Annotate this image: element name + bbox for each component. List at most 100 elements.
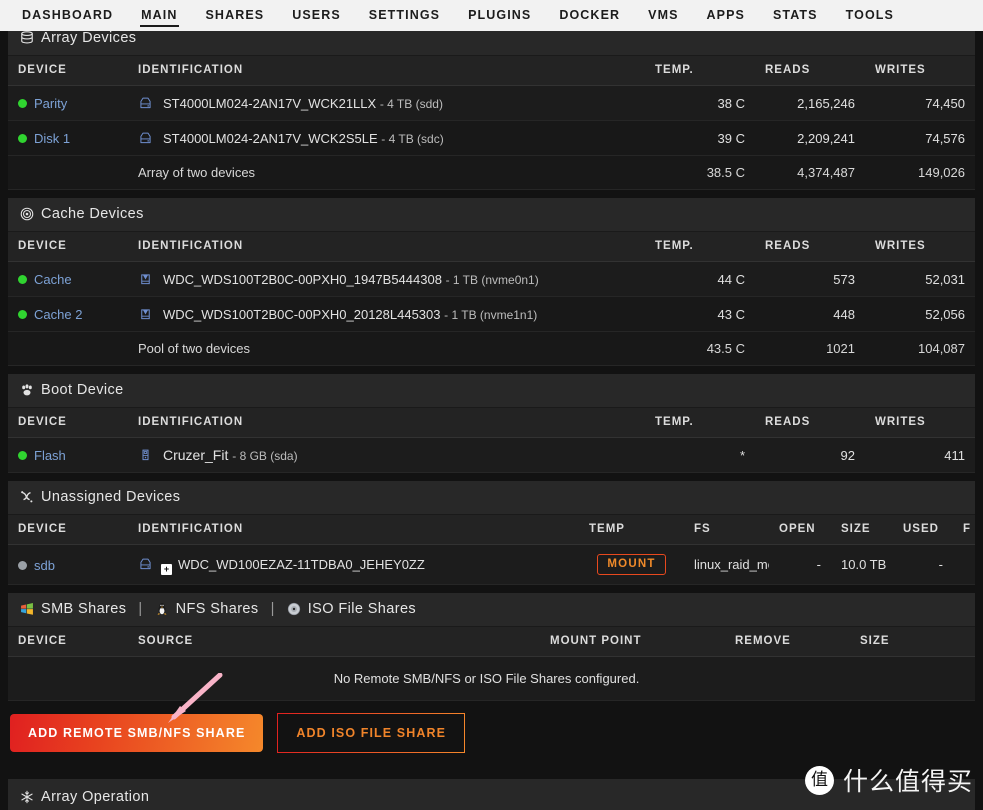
scatter-icon [20, 490, 34, 504]
col-temp: TEMP. [645, 408, 755, 439]
identification-text: ST4000LM024-2AN17V_WCK2S5LE [163, 130, 378, 146]
table-row[interactable]: sdb + WDC_WD100EZAZ-11TDBA0_JEHEY0ZZ MOU… [8, 544, 975, 586]
summary-spacer [8, 331, 128, 367]
nav-item-settings[interactable]: SETTINGS [355, 0, 454, 31]
ssd-icon [138, 272, 153, 287]
array-operation-title: Array Operation [41, 789, 150, 806]
summary-writes: 149,026 [865, 155, 975, 191]
col-device: DEVICE [8, 408, 128, 439]
device-link-flash[interactable]: Flash [34, 448, 66, 463]
identification-cell: + WDC_WD100EZAZ-11TDBA0_JEHEY0ZZ [128, 544, 579, 586]
shares-separator-2: | [270, 601, 275, 618]
col-writes: WRITES [865, 56, 975, 86]
device-link-disk1[interactable]: Disk 1 [34, 131, 70, 146]
temp-cell: 38 C [645, 85, 755, 122]
nav-item-users[interactable]: USERS [278, 0, 355, 31]
table-header-row: DEVICE IDENTIFICATION TEMP. READS WRITES [8, 56, 975, 86]
shares-separator-1: | [138, 601, 143, 618]
nav-item-docker[interactable]: DOCKER [545, 0, 634, 31]
summary-temp: 43.5 C [645, 331, 755, 367]
cache-devices-header: Cache Devices [8, 198, 975, 233]
table-header-row: DEVICE IDENTIFICATION TEMP. READS WRITES [8, 408, 975, 439]
col-size: SIZE [831, 515, 893, 546]
col-temp: TEMP [579, 515, 684, 546]
col-identification: IDENTIFICATION [128, 515, 579, 546]
table-row[interactable]: Parity ST4000LM024-2AN17V_WCK21LLX - 4 T… [8, 85, 975, 122]
nav-item-apps[interactable]: APPS [693, 0, 759, 31]
smb-shares-link[interactable]: SMB Shares [41, 601, 126, 617]
col-remove: REMOVE [725, 627, 850, 658]
panel-unassigned-devices: Unassigned Devices DEVICE IDENTIFICATION… [8, 481, 975, 586]
col-mount-point: MOUNT POINT [540, 627, 725, 658]
cache-devices-table: DEVICE IDENTIFICATION TEMP. READS WRITES… [8, 232, 975, 367]
top-navigation: DASHBOARD MAIN SHARES USERS SETTINGS PLU… [0, 0, 983, 31]
status-dot-icon [18, 310, 27, 320]
reads-cell: 2,165,246 [755, 85, 865, 122]
device-cell: Flash [8, 437, 128, 474]
writes-cell: 74,450 [865, 85, 975, 122]
panel-cache-devices: Cache Devices DEVICE IDENTIFICATION TEMP… [8, 198, 975, 367]
table-header-row: DEVICE SOURCE MOUNT POINT REMOVE SIZE [8, 627, 975, 658]
nav-item-plugins[interactable]: PLUGINS [454, 0, 545, 31]
device-link-cache[interactable]: Cache [34, 272, 72, 287]
status-dot-icon [18, 99, 27, 109]
nav-item-shares[interactable]: SHARES [192, 0, 279, 31]
identification-cell: ST4000LM024-2AN17V_WCK2S5LE - 4 TB (sdc) [128, 120, 645, 157]
identification-text: WDC_WDS100T2B0C-00PXH0_20128L445303 [163, 306, 441, 322]
table-row[interactable]: Cache 2 WDC_WDS100T2B0C-00PXH0_20128L445… [8, 296, 975, 333]
nav-item-vms[interactable]: VMS [634, 0, 692, 31]
add-iso-file-share-button[interactable]: ADD ISO FILE SHARE [277, 713, 466, 754]
reads-cell: 448 [755, 296, 865, 333]
hard-disk-icon [138, 557, 153, 572]
col-temp: TEMP. [645, 232, 755, 263]
identification-suffix: - 1 TB (nvme0n1) [445, 272, 539, 287]
temp-cell: 43 C [645, 296, 755, 333]
boot-device-header: Boot Device [8, 374, 975, 409]
target-icon [20, 207, 34, 221]
database-stack-icon [20, 31, 34, 45]
summary-temp: 38.5 C [645, 155, 755, 191]
boot-device-title: Boot Device [41, 382, 124, 399]
panel-array-operation: Array Operation [8, 779, 975, 810]
identification-cell: Cruzer_Fit - 8 GB (sda) [128, 437, 645, 474]
identification-cell: WDC_WDS100T2B0C-00PXH0_1947B5444308 - 1 … [128, 261, 645, 298]
nav-item-dashboard[interactable]: DASHBOARD [8, 0, 127, 31]
nfs-shares-link[interactable]: NFS Shares [176, 601, 259, 617]
usb-flash-icon [138, 448, 153, 463]
nav-item-stats[interactable]: STATS [759, 0, 832, 31]
col-f-truncated: F [953, 515, 975, 546]
summary-reads: 4,374,487 [755, 155, 865, 191]
identification-suffix: - 1 TB (nvme1n1) [444, 307, 538, 322]
nav-item-main[interactable]: MAIN [127, 0, 191, 31]
temp-cell: 39 C [645, 120, 755, 157]
shares-empty-message: No Remote SMB/NFS or ISO File Shares con… [8, 657, 975, 702]
col-device: DEVICE [8, 627, 128, 658]
table-row[interactable]: Flash Cruzer_Fit - 8 GB (sda) * 92 411 [8, 437, 975, 474]
device-link-cache2[interactable]: Cache 2 [34, 307, 82, 322]
array-devices-table: DEVICE IDENTIFICATION TEMP. READS WRITES… [8, 56, 975, 191]
expand-row-icon[interactable]: + [161, 564, 172, 576]
device-link-parity[interactable]: Parity [34, 96, 67, 111]
device-link-sdb[interactable]: sdb [34, 558, 55, 573]
col-fs: FS [684, 515, 769, 546]
col-identification: IDENTIFICATION [128, 56, 645, 86]
device-cell: sdb [8, 544, 128, 586]
identification-text: WDC_WD100EZAZ-11TDBA0_JEHEY0ZZ [178, 557, 425, 573]
unassigned-devices-title: Unassigned Devices [41, 489, 181, 506]
table-header-row: DEVICE IDENTIFICATION TEMP FS OPEN SIZE … [8, 515, 975, 546]
add-remote-smb-nfs-share-button[interactable]: ADD REMOTE SMB/NFS SHARE [10, 714, 264, 753]
reads-cell: 92 [755, 437, 865, 474]
writes-cell: 52,056 [865, 296, 975, 333]
unassigned-devices-header: Unassigned Devices [8, 481, 975, 516]
table-row[interactable]: Cache WDC_WDS100T2B0C-00PXH0_1947B544430… [8, 261, 975, 298]
col-temp: TEMP. [645, 56, 755, 86]
fs-cell: linux_raid_member [684, 544, 769, 586]
nav-item-tools[interactable]: TOOLS [832, 0, 908, 31]
page-content: Array Devices DEVICE IDENTIFICATION TEMP… [0, 31, 983, 810]
mount-button[interactable]: MOUNT [597, 554, 666, 576]
device-cell: Cache [8, 261, 128, 298]
panel-boot-device: Boot Device DEVICE IDENTIFICATION TEMP. … [8, 374, 975, 474]
table-row[interactable]: Disk 1 ST4000LM024-2AN17V_WCK2S5LE - 4 T… [8, 120, 975, 157]
status-dot-icon [18, 451, 27, 461]
iso-shares-link[interactable]: ISO File Shares [308, 601, 416, 617]
